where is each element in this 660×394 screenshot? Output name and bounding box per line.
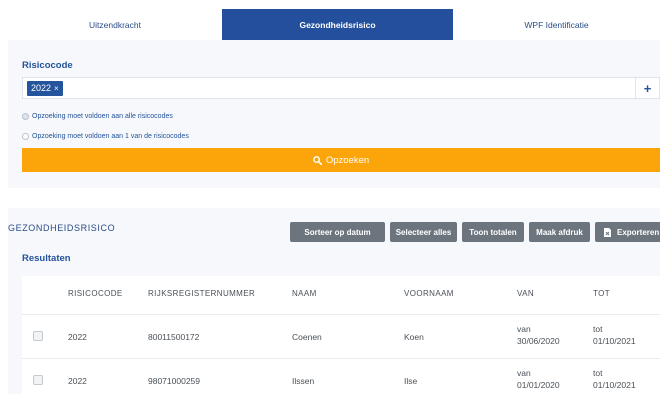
- cell-van-date: 30/06/2020: [517, 336, 560, 346]
- results-panel: GEZONDHEIDSRISICO Sorteer op datum Selec…: [8, 208, 660, 394]
- cell-tot: tot 01/10/2021: [593, 367, 636, 391]
- opzoeken-button-label: Opzoeken: [325, 154, 370, 166]
- sort-by-date-button[interactable]: Sorteer op datum: [290, 222, 385, 242]
- risicocode-input[interactable]: [62, 79, 659, 97]
- cell-naam: Coenen: [292, 332, 322, 342]
- radio-button-one[interactable]: [22, 133, 29, 140]
- cell-risicocode: 2022: [68, 332, 87, 342]
- column-header-tot[interactable]: TOT: [593, 289, 610, 298]
- print-button[interactable]: Maak afdruk: [529, 222, 590, 242]
- add-risicocode-button[interactable]: +: [635, 78, 659, 98]
- column-header-rijksregisternummer[interactable]: RIJKSREGISTERNUMMER: [148, 289, 255, 298]
- cell-van: van 01/01/2020: [517, 367, 560, 391]
- risicocode-label: Risicocode: [22, 60, 73, 71]
- search-icon: [313, 155, 322, 165]
- risicocode-tag-label: 2022: [31, 83, 52, 93]
- results-subtitle: Resultaten: [22, 253, 71, 264]
- row-checkbox[interactable]: [33, 375, 43, 385]
- cell-tot-date: 01/10/2021: [593, 380, 636, 390]
- tab-gezondheidsrisico[interactable]: Gezondheidsrisico: [222, 9, 453, 40]
- tab-uitzendkracht[interactable]: Uitzendkracht: [8, 9, 222, 40]
- cell-tot: tot 01/10/2021: [593, 323, 636, 347]
- cell-rijksregisternummer: 80011500172: [148, 332, 200, 342]
- cell-tot-prefix: tot: [593, 368, 603, 378]
- tab-bar: Uitzendkracht Gezondheidsrisico WPF Iden…: [8, 9, 660, 40]
- column-header-voornaam[interactable]: VOORNAAM: [404, 289, 454, 298]
- cell-van-prefix: van: [517, 324, 531, 334]
- plus-icon: +: [643, 80, 652, 96]
- results-table: RISICOCODE RIJKSREGISTERNUMMER NAAM VOOR…: [22, 276, 660, 394]
- row-checkbox[interactable]: [33, 331, 43, 341]
- cell-rijksregisternummer: 98071000259: [148, 376, 201, 386]
- select-all-button[interactable]: Selecteer alles: [390, 222, 457, 242]
- column-header-risicocode[interactable]: RISICOCODE: [68, 289, 123, 298]
- risicocode-tag: 2022 ×: [27, 80, 63, 96]
- radio-option-all-label: Opzoeking moet voldoen aan alle risicoco…: [32, 113, 173, 120]
- radio-option-all[interactable]: Opzoeking moet voldoen aan alle risicoco…: [22, 113, 173, 120]
- show-totals-button[interactable]: Toon totalen: [462, 222, 524, 242]
- file-export-icon: [604, 227, 611, 237]
- opzoeken-button[interactable]: Opzoeken: [22, 148, 660, 172]
- cell-van-date: 01/01/2020: [517, 380, 560, 390]
- cell-tot-date: 01/10/2021: [593, 336, 636, 346]
- export-button[interactable]: Exporteren: [595, 222, 660, 242]
- cell-van-prefix: van: [517, 368, 531, 378]
- cell-van: van 30/06/2020: [517, 323, 560, 347]
- radio-option-one-label: Opzoeking moet voldoen aan 1 van de risi…: [32, 133, 189, 140]
- results-section-title: GEZONDHEIDSRISICO: [8, 223, 116, 233]
- table-row: 2022 98071000259 Ilssen Ilse van 01/01/2…: [22, 358, 660, 394]
- tab-wpf-identificatie[interactable]: WPF Identificatie: [453, 9, 660, 40]
- cell-tot-prefix: tot: [593, 324, 603, 334]
- column-header-naam[interactable]: NAAM: [292, 289, 317, 298]
- cell-naam: Ilssen: [292, 376, 315, 386]
- column-header-van[interactable]: VAN: [517, 289, 534, 298]
- table-row: 2022 80011500172 Coenen Koen van 30/06/2…: [22, 314, 660, 358]
- search-panel: Risicocode 2022 × + Opzoeking moet voldo…: [8, 40, 660, 188]
- cell-risicocode: 2022: [68, 376, 87, 386]
- radio-option-one[interactable]: Opzoeking moet voldoen aan 1 van de risi…: [22, 133, 189, 140]
- cell-voornaam: Koen: [404, 332, 424, 342]
- export-button-label: Exporteren: [617, 227, 660, 237]
- close-icon[interactable]: ×: [54, 84, 59, 93]
- radio-button-all[interactable]: [22, 113, 29, 120]
- cell-voornaam: Ilse: [404, 376, 418, 386]
- risicocode-field[interactable]: 2022 × +: [22, 77, 660, 99]
